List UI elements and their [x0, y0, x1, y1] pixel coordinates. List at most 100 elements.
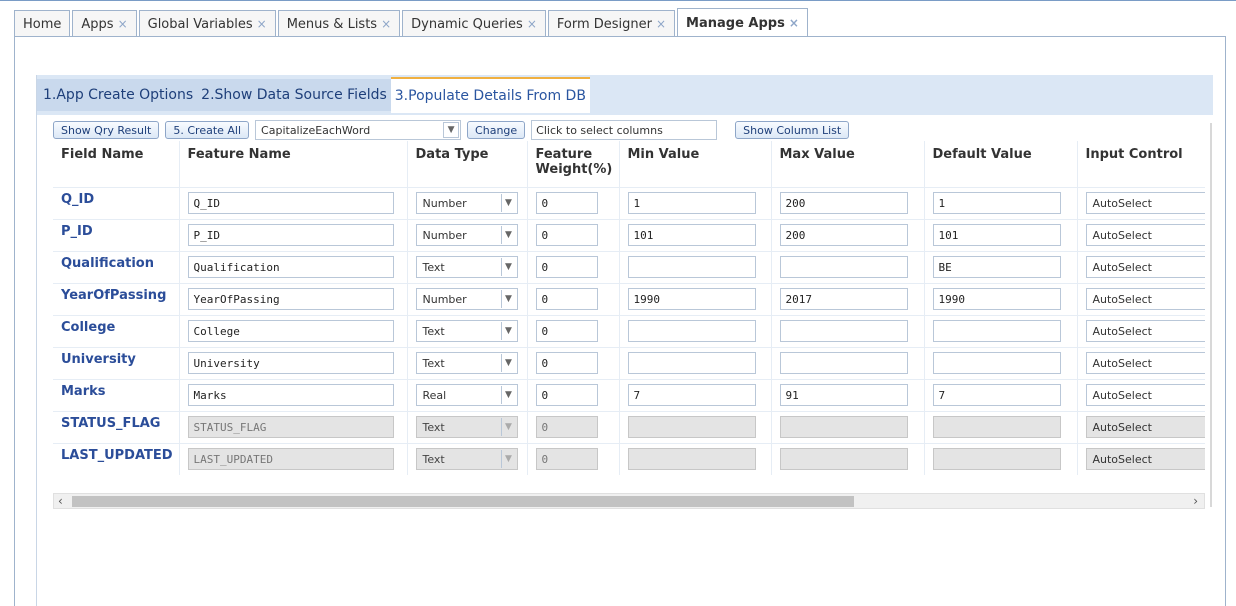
- close-icon[interactable]: ×: [118, 17, 128, 31]
- feature-name-input[interactable]: Q_ID: [187, 192, 394, 214]
- wizard-step-populate-details[interactable]: 3.Populate Details From DB: [390, 77, 590, 113]
- default-value-input[interactable]: BE: [932, 256, 1061, 278]
- scroll-right-icon[interactable]: ›: [1193, 494, 1198, 508]
- create-all-button[interactable]: 5. Create All: [165, 121, 250, 139]
- feature-name-input[interactable]: Marks: [187, 384, 394, 406]
- close-icon[interactable]: ×: [527, 17, 537, 31]
- close-icon[interactable]: ×: [257, 17, 267, 31]
- data-type-select[interactable]: Number ▼: [415, 288, 518, 310]
- chevron-down-icon[interactable]: ▼: [500, 354, 516, 372]
- show-qry-result-button[interactable]: Show Qry Result: [53, 121, 160, 139]
- data-type-select[interactable]: Number ▼: [415, 224, 518, 246]
- wizard-step-show-data-source-fields[interactable]: 2.Show Data Source Fields: [197, 79, 391, 111]
- max-value-cell: [771, 250, 925, 283]
- data-type-value: Number: [422, 196, 467, 210]
- default-value-input[interactable]: [932, 320, 1061, 342]
- scroll-left-icon[interactable]: ‹: [58, 494, 63, 508]
- tab-home[interactable]: Home: [14, 10, 71, 37]
- close-icon[interactable]: ×: [381, 17, 391, 31]
- default-value-cell: 101: [924, 218, 1078, 251]
- input-control-select[interactable]: AutoSelect: [1085, 320, 1205, 342]
- chevron-down-icon[interactable]: ▼: [500, 258, 516, 276]
- feature-name-input[interactable]: University: [187, 352, 394, 374]
- close-icon[interactable]: ×: [656, 17, 666, 31]
- feature-name-input: LAST_UPDATED: [187, 448, 394, 471]
- tab-global-variables[interactable]: Global Variables ×: [138, 10, 276, 37]
- input-control-cell: AutoSelect: [1077, 410, 1205, 443]
- default-value-input: [932, 416, 1061, 438]
- col-header-field-name: Field Name: [53, 141, 180, 187]
- feature-weight-input[interactable]: 0: [535, 320, 598, 342]
- default-value-input[interactable]: 1: [932, 192, 1061, 214]
- data-type-select[interactable]: Real ▼: [415, 384, 518, 406]
- default-value-input[interactable]: 101: [932, 224, 1061, 246]
- tab-manage-apps[interactable]: Manage Apps ×: [677, 8, 808, 37]
- tab-apps[interactable]: Apps ×: [72, 10, 137, 37]
- max-value-input[interactable]: 200: [779, 192, 908, 214]
- wizard-step-app-create-options[interactable]: 1.App Create Options: [37, 79, 198, 111]
- min-value-input[interactable]: [627, 352, 756, 374]
- default-value-input[interactable]: [932, 352, 1061, 374]
- feature-name-input[interactable]: P_ID: [187, 224, 394, 246]
- table-row: University University Text ▼ 0 AutoSelect: [53, 346, 1205, 379]
- col-header-input-control: Input Control: [1077, 141, 1205, 187]
- tab-label: Form Designer: [556, 16, 652, 32]
- tab-dynamic-queries[interactable]: Dynamic Queries ×: [402, 10, 546, 37]
- feature-name-input[interactable]: College: [187, 320, 394, 342]
- tab-form-designer[interactable]: Form Designer ×: [547, 10, 676, 37]
- tab-menus-lists[interactable]: Menus & Lists ×: [277, 10, 401, 37]
- chevron-down-icon[interactable]: ▼: [500, 290, 516, 308]
- input-control-select[interactable]: AutoSelect: [1085, 192, 1205, 214]
- min-value-input[interactable]: [627, 256, 756, 278]
- chevron-down-icon[interactable]: ▼: [500, 386, 516, 404]
- feature-weight-input[interactable]: 0: [535, 352, 598, 374]
- feature-weight-input[interactable]: 0: [535, 384, 598, 406]
- feature-name-input[interactable]: Qualification: [187, 256, 394, 278]
- chevron-down-icon[interactable]: ▼: [443, 122, 460, 138]
- close-icon[interactable]: ×: [789, 16, 799, 30]
- max-value-input: [779, 416, 908, 438]
- max-value-input[interactable]: 91: [779, 384, 908, 406]
- feature-weight-input[interactable]: 0: [535, 288, 598, 310]
- data-type-select[interactable]: Text ▼: [415, 352, 518, 374]
- change-button[interactable]: Change: [467, 121, 526, 139]
- data-type-select[interactable]: Number ▼: [415, 192, 518, 214]
- input-control-select[interactable]: AutoSelect: [1085, 288, 1205, 310]
- chevron-down-icon[interactable]: ▼: [500, 226, 516, 244]
- input-control-select[interactable]: AutoSelect: [1085, 224, 1205, 246]
- min-value-input[interactable]: 101: [627, 224, 756, 246]
- data-type-select[interactable]: Text ▼: [415, 320, 518, 342]
- chevron-down-icon[interactable]: ▼: [500, 322, 516, 340]
- feature-weight-input[interactable]: 0: [535, 224, 598, 246]
- col-header-feature-weight-line2: Weight(%): [535, 162, 613, 177]
- input-control-select[interactable]: AutoSelect: [1085, 256, 1205, 278]
- chevron-down-icon[interactable]: ▼: [500, 194, 516, 212]
- max-value-input[interactable]: [779, 256, 908, 278]
- min-value-input[interactable]: 7: [627, 384, 756, 406]
- max-value-input[interactable]: 200: [779, 224, 908, 246]
- input-control-cell: AutoSelect: [1077, 218, 1205, 251]
- case-option-select[interactable]: CapitalizeEachWord ▼: [255, 120, 462, 140]
- input-control-select[interactable]: AutoSelect: [1085, 352, 1205, 374]
- data-type-select[interactable]: Text ▼: [415, 256, 518, 278]
- min-value-input[interactable]: 1: [627, 192, 756, 214]
- default-value-input[interactable]: 1990: [932, 288, 1061, 310]
- chevron-down-icon: ▼: [500, 418, 516, 436]
- input-control-select[interactable]: AutoSelect: [1085, 384, 1205, 406]
- min-value-input[interactable]: [627, 320, 756, 342]
- max-value-input[interactable]: [779, 320, 908, 342]
- max-value-input[interactable]: [779, 352, 908, 374]
- default-value-input[interactable]: 7: [932, 384, 1061, 406]
- feature-weight-input[interactable]: 0: [535, 256, 598, 278]
- feature-name-input[interactable]: YearOfPassing: [187, 288, 394, 310]
- feature-weight-input[interactable]: 0: [535, 192, 598, 214]
- scroll-thumb[interactable]: [72, 496, 854, 507]
- select-columns-input[interactable]: Click to select columns: [531, 120, 718, 140]
- max-value-input[interactable]: 2017: [779, 288, 908, 310]
- min-value-cell: [619, 314, 772, 347]
- horizontal-scrollbar[interactable]: ‹ ›: [53, 493, 1205, 509]
- min-value-input[interactable]: 1990: [627, 288, 756, 310]
- default-value-cell: 1990: [924, 282, 1078, 315]
- vertical-scrollbar[interactable]: [1210, 123, 1212, 507]
- show-column-list-button[interactable]: Show Column List: [735, 121, 850, 139]
